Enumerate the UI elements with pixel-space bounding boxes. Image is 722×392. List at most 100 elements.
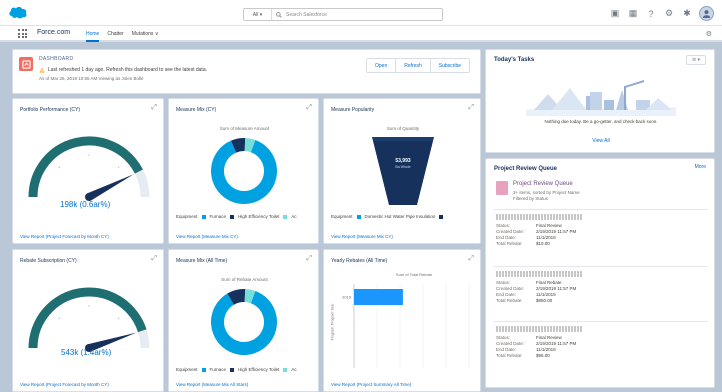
queue-record[interactable]: Status: Final Review Created Date: 2/19/20… (496, 326, 706, 359)
user-avatar[interactable] (699, 6, 714, 21)
widget-portfolio-performance: Portfolio Performance (CY) ⤢ 198k (0.6ar… (12, 98, 164, 244)
project-review-queue-card: Project Review Queue More Project Review… (485, 158, 715, 388)
gauge-tick (58, 317, 61, 320)
view-report-link[interactable]: View Report (Measure Mix All Stars) (176, 382, 248, 387)
search-icon (276, 11, 282, 18)
view-all-link[interactable]: View All (486, 138, 716, 144)
legend-label: Equipment (331, 214, 353, 219)
chart-legend: Equipment Domestic Hot Water Pipe Insula… (331, 214, 444, 219)
notifications-bell-icon[interactable]: ✱ (681, 8, 693, 20)
gauge-fill (28, 287, 147, 349)
widget-measure-popularity: Measure Popularity ⤢ Sum of Quantity 53,… (323, 98, 481, 244)
warning-text: Last refreshed 1 day ago. Refresh this d… (48, 67, 207, 73)
list-view-sort: 3+ items, sorted by Project Name (513, 190, 580, 195)
tasks-filter-dropdown[interactable]: ⊘ ▾ (686, 55, 706, 65)
gauge-track (28, 287, 150, 349)
global-actions-icon[interactable]: ▦ (627, 8, 639, 20)
app-launcher-icon[interactable] (18, 29, 27, 38)
card-title: Project Review Queue (494, 166, 558, 172)
more-link[interactable]: More (695, 164, 706, 170)
header-utility-icons: ▣ ▦ ? ⚙ ✱ (609, 6, 714, 21)
widget-measure-mix-all-time: Measure Mix (All Time) ⤢ Sum of Rebate A… (168, 249, 319, 392)
dashboard-button-group: Open Refresh Subscribe (366, 58, 470, 73)
redacted-record-name (496, 271, 582, 277)
legend-item: Furnace (209, 214, 227, 219)
queue-record[interactable]: Status: Final Rebate Created Date: 2/19/20… (496, 271, 706, 304)
tab-chatter[interactable]: Chatter (107, 26, 123, 42)
legend-item: Furnace (209, 367, 227, 372)
nav-tabs: Home Chatter Mutations ∨ (86, 26, 158, 42)
legend-item: High Efficiency Toilet (238, 367, 280, 372)
queue-record[interactable]: Status: Final Review Created Date: 2/19/20… (496, 214, 706, 247)
bar-2019 (354, 289, 403, 305)
search-placeholder: Search Salesforce (286, 11, 327, 18)
legend-item: High Efficiency Toilet (238, 214, 280, 219)
global-header: All ▾ Search Salesforce ▣ ▦ ? ⚙ ✱ (0, 0, 722, 26)
todays-tasks-card: Today's Tasks ⊘ ▾ Nothing due today. Be … (485, 49, 715, 153)
gauge-value: 543k (1.4ar%) (61, 348, 112, 357)
dashboard-icon (19, 57, 33, 71)
search-scope-dropdown[interactable]: All ▾ (244, 9, 272, 20)
list-view-filter: Filtered by Status (513, 196, 549, 201)
favorites-icon[interactable]: ▣ (609, 8, 621, 20)
funnel-chart (372, 137, 434, 205)
dashboard-meta: As of Mar 26, 2019 10:55 AM Viewing as J… (39, 76, 144, 81)
gauge-tick (58, 166, 61, 169)
dashboard-subtitle: DASHBOARD (39, 56, 74, 62)
dashboard-header-card: DASHBOARD Last refreshed 1 day ago. Refr… (12, 49, 481, 94)
tick-label-2019: 2019 (342, 295, 352, 300)
redacted-record-name (496, 214, 582, 220)
gauge-tick (88, 305, 90, 307)
setup-gear-icon[interactable]: ⚙ (663, 8, 675, 20)
app-name: Force.com (37, 29, 71, 36)
bar-chart: 2019 (342, 284, 470, 368)
donut-chart (211, 138, 277, 205)
gauge-needle (87, 174, 134, 201)
search-input[interactable]: Search Salesforce (272, 9, 442, 20)
legend-item: Ac (291, 367, 297, 372)
help-icon[interactable]: ? (645, 8, 657, 20)
card-title: Today's Tasks (494, 57, 535, 63)
legend-label: Equipment (176, 367, 198, 372)
legend-item: Ac (291, 214, 297, 219)
list-view-icon (496, 181, 508, 195)
empty-tasks-illustration (526, 80, 676, 116)
subscribe-button[interactable]: Subscribe (430, 59, 469, 72)
gauge-tick (117, 317, 120, 320)
edit-nav-gear-icon[interactable]: ⚙ (706, 30, 712, 38)
dashboard-refresh-warning: Last refreshed 1 day ago. Refresh this d… (39, 67, 207, 73)
legend-label: Equipment (176, 214, 198, 219)
redacted-record-name (496, 326, 582, 332)
view-report-link[interactable]: View Report (Measure Mix CY) (176, 234, 238, 239)
gauge-tick (88, 154, 90, 156)
funnel-sub: Ba Whole (395, 165, 411, 169)
view-report-link[interactable]: View Report (Project Forecast by Month C… (20, 382, 109, 387)
list-view-name[interactable]: Project Review Queue (513, 181, 573, 187)
user-icon (702, 10, 711, 18)
widget-measure-mix-cy: Measure Mix (CY) ⤢ Sum of Measure Amount… (168, 98, 319, 244)
view-report-link[interactable]: View Report (Measure Mix CY) (331, 234, 393, 239)
empty-tasks-message: Nothing due today. Be a go-getter, and c… (544, 119, 658, 124)
salesforce-logo[interactable] (8, 5, 28, 19)
gauge-track (28, 136, 150, 198)
gauge-tick (117, 166, 120, 169)
refresh-button[interactable]: Refresh (396, 59, 431, 72)
chart-legend: Equipment Furnace High Efficiency Toilet… (176, 214, 297, 219)
gauge-value: 198k (0.6ar%) (60, 200, 111, 209)
chart-legend: Equipment Furnace High Efficiency Toilet… (176, 367, 297, 372)
legend-item: Domestic Hot Water Pipe Insulation (364, 214, 436, 219)
widget-yearly-rebates: Yearly Rebates (All Time) ⤢ Sum of Total… (323, 249, 481, 392)
global-search: All ▾ Search Salesforce (243, 8, 443, 21)
gauge-chart (28, 136, 150, 201)
funnel-value: 53,993 (395, 158, 411, 164)
tab-home[interactable]: Home (86, 26, 100, 42)
view-report-link[interactable]: View Report (Project Summary All Time) (331, 382, 411, 387)
gauge-chart (28, 287, 150, 352)
app-navigation-bar: Force.com Home Chatter Mutations ∨ ⚙ (0, 26, 722, 42)
view-report-link[interactable]: View Report (Project Forecast by Month C… (20, 234, 109, 239)
warning-icon (39, 67, 45, 73)
widget-rebate-subscription: Rebate Subscription (CY) ⤢ 543k (1.4ar%)… (12, 249, 164, 392)
open-button[interactable]: Open (367, 59, 397, 72)
tab-mutations[interactable]: Mutations ∨ (132, 26, 159, 42)
gauge-fill (28, 136, 143, 198)
